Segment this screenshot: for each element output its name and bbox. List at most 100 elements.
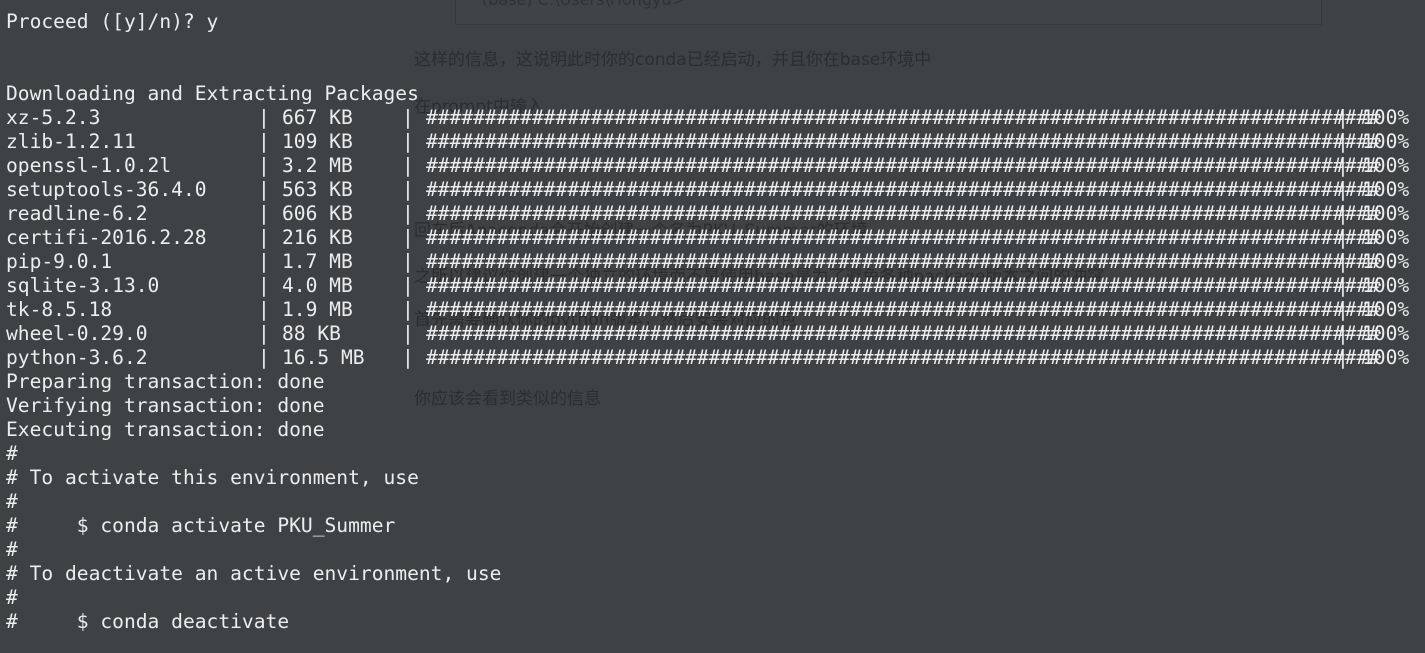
package-size: 606 KB <box>282 202 353 225</box>
status-line: Executing transaction: done <box>6 418 325 441</box>
package-name: certifi-2016.2.28 <box>6 226 207 249</box>
progress-bar: ########################################… <box>426 346 1380 369</box>
package-row: xz-5.2.3 | 667 KB | ########################… <box>0 106 1425 130</box>
package-size: 88 KB <box>282 322 341 345</box>
package-name: setuptools-36.4.0 <box>6 178 207 201</box>
terminal-output: Proceed ([y]/n)? y Downloading and Extra… <box>0 0 1409 633</box>
package-name: zlib-1.2.11 <box>6 130 136 153</box>
progress-bar: ########################################… <box>426 202 1380 225</box>
package-row: openssl-1.0.2l | 3.2 MB | ##################… <box>0 154 1425 178</box>
column-divider: | <box>1337 298 1349 321</box>
package-row: zlib-1.2.11 | 109 KB | #####################… <box>0 130 1425 154</box>
package-size: 109 KB <box>282 130 353 153</box>
background-paragraph: 你应该会看到类似的信息 <box>414 389 601 409</box>
column-divider: | <box>402 322 414 345</box>
package-name: xz-5.2.3 <box>6 106 101 129</box>
package-row: python-3.6.2 | 16.5 MB | ###################… <box>0 346 1425 370</box>
column-divider: | <box>402 298 414 321</box>
column-divider: | <box>402 106 414 129</box>
column-divider: | <box>402 154 414 177</box>
column-divider: | <box>402 202 414 225</box>
column-divider: | <box>258 226 270 249</box>
progress-bar: ########################################… <box>426 250 1380 273</box>
package-size: 563 KB <box>282 178 353 201</box>
package-size: 16.5 MB <box>282 346 365 369</box>
prompt-line: Proceed ([y]/n)? y <box>6 10 219 33</box>
package-name: python-3.6.2 <box>6 346 148 369</box>
package-row: pip-9.0.1 | 1.7 MB | #######################… <box>0 250 1425 274</box>
status-line: Verifying transaction: done <box>6 394 325 417</box>
column-divider: | <box>1337 250 1349 273</box>
column-divider: | <box>258 322 270 345</box>
package-row: setuptools-36.4.0 | 563 KB | ###############… <box>0 178 1425 202</box>
column-divider: | <box>258 154 270 177</box>
package-percent: 100% <box>1362 298 1410 321</box>
comment-line: # <box>6 586 18 609</box>
package-percent: 100% <box>1362 178 1410 201</box>
package-name: wheel-0.29.0 <box>6 322 148 345</box>
column-divider: | <box>1337 274 1349 297</box>
progress-bar: ########################################… <box>426 178 1380 201</box>
package-name: tk-8.5.18 <box>6 298 113 321</box>
column-divider: | <box>258 202 270 225</box>
column-divider: | <box>1337 178 1349 201</box>
comment-line: # <box>6 442 18 465</box>
column-divider: | <box>402 178 414 201</box>
column-divider: | <box>402 274 414 297</box>
comment-line: # <box>6 490 18 513</box>
package-row: tk-8.5.18 | 1.9 MB | #######################… <box>0 298 1425 322</box>
comment-line: # To activate this environment, use <box>6 466 419 489</box>
package-percent: 100% <box>1362 226 1410 249</box>
package-size: 1.9 MB <box>282 298 353 321</box>
column-divider: | <box>1337 130 1349 153</box>
package-percent: 100% <box>1362 250 1410 273</box>
comment-line: # $ conda deactivate <box>6 610 290 633</box>
column-divider: | <box>402 130 414 153</box>
package-size: 1.7 MB <box>282 250 353 273</box>
column-divider: | <box>402 346 414 369</box>
package-name: pip-9.0.1 <box>6 250 113 273</box>
progress-bar: ########################################… <box>426 106 1380 129</box>
package-size: 4.0 MB <box>282 274 353 297</box>
background-paragraph: 这样的信息，这说明此时你的conda已经启动，并且你在base环境中 <box>414 50 932 70</box>
column-divider: | <box>402 250 414 273</box>
package-percent: 100% <box>1362 274 1410 297</box>
package-row: sqlite-3.13.0 | 4.0 MB | ###################… <box>0 274 1425 298</box>
package-row: certifi-2016.2.28 | 216 KB | ###############… <box>0 226 1425 250</box>
column-divider: | <box>1337 154 1349 177</box>
column-divider: | <box>258 106 270 129</box>
package-row: readline-6.2 | 606 KB | ####################… <box>0 202 1425 226</box>
package-size: 3.2 MB <box>282 154 353 177</box>
progress-bar: ########################################… <box>426 130 1380 153</box>
package-percent: 100% <box>1362 346 1410 369</box>
column-divider: | <box>258 346 270 369</box>
progress-bar: ########################################… <box>426 226 1380 249</box>
package-percent: 100% <box>1362 202 1410 225</box>
column-divider: | <box>258 178 270 201</box>
progress-bar: ########################################… <box>426 298 1380 321</box>
column-divider: | <box>1337 322 1349 345</box>
package-row: wheel-0.29.0 | 88 KB | #####################… <box>0 322 1425 346</box>
column-divider: | <box>258 250 270 273</box>
package-size: 216 KB <box>282 226 353 249</box>
column-divider: | <box>402 226 414 249</box>
section-header: Downloading and Extracting Packages <box>6 82 419 105</box>
package-percent: 100% <box>1362 154 1410 177</box>
column-divider: | <box>258 130 270 153</box>
column-divider: | <box>258 274 270 297</box>
status-line: Preparing transaction: done <box>6 370 325 393</box>
progress-bar: ########################################… <box>426 154 1380 177</box>
comment-line: # To deactivate an active environment, u… <box>6 562 502 585</box>
package-percent: 100% <box>1362 130 1410 153</box>
column-divider: | <box>1337 106 1349 129</box>
column-divider: | <box>1337 202 1349 225</box>
package-percent: 100% <box>1362 106 1410 129</box>
column-divider: | <box>1337 226 1349 249</box>
progress-bar: ########################################… <box>426 274 1380 297</box>
package-size: 667 KB <box>282 106 353 129</box>
comment-line: # $ conda activate PKU_Summer <box>6 514 396 537</box>
package-name: readline-6.2 <box>6 202 148 225</box>
column-divider: | <box>258 298 270 321</box>
comment-line: # <box>6 538 18 561</box>
package-percent: 100% <box>1362 322 1410 345</box>
